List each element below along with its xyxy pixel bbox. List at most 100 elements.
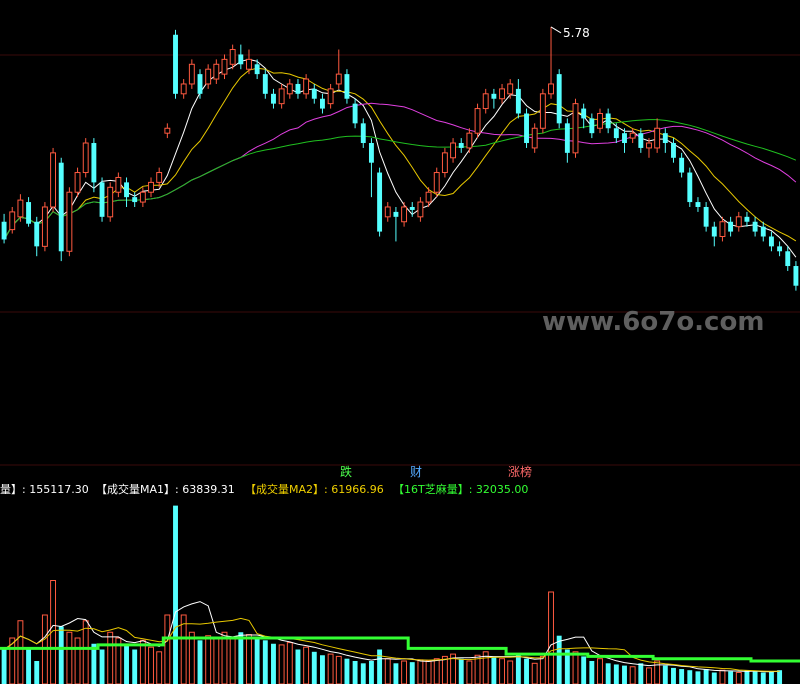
volume-bar: [744, 670, 750, 684]
volume-bar: [409, 662, 415, 684]
candle-body: [58, 162, 64, 252]
ma10-line: [3, 67, 797, 242]
candle: [524, 108, 529, 148]
candle: [205, 64, 212, 89]
volume-bar: [99, 649, 105, 684]
candle-body: [662, 133, 668, 144]
candle-body: [278, 88, 285, 105]
candle: [474, 103, 481, 139]
candle: [148, 177, 154, 198]
volume-bar: [605, 663, 611, 684]
candle: [450, 138, 457, 163]
candle: [303, 74, 310, 99]
candle: [82, 138, 89, 178]
candle: [539, 88, 546, 134]
candle: [401, 202, 408, 227]
volume-bar: [221, 631, 228, 684]
candle: [107, 182, 114, 222]
candle: [278, 83, 285, 109]
candle: [793, 261, 799, 291]
candle: [687, 167, 693, 207]
candle-body: [735, 216, 742, 228]
candle: [703, 202, 709, 232]
candle: [156, 167, 163, 188]
candle-body: [719, 221, 726, 238]
tab-rise-rank[interactable]: 涨榜: [508, 464, 532, 479]
volume-bar: [66, 631, 73, 684]
candle: [589, 113, 595, 139]
candle: [368, 138, 374, 198]
volume-bar: [205, 635, 212, 684]
volume-bar: [384, 658, 391, 684]
volume-bar: [548, 591, 554, 684]
candle: [115, 172, 122, 198]
candle-body: [679, 157, 685, 173]
candle: [695, 197, 701, 212]
candle-body: [572, 103, 579, 154]
ma5-line: [3, 58, 797, 258]
candle-body: [671, 143, 676, 158]
candle: [164, 123, 171, 139]
indicator-tabs[interactable]: 跌 财 涨榜: [340, 464, 532, 479]
candle: [564, 118, 570, 163]
candle-body: [515, 88, 521, 114]
candle-body: [417, 201, 424, 218]
volume-bar: [735, 672, 742, 684]
candle: [777, 241, 783, 257]
candle-body: [703, 206, 709, 227]
volume-bar: [180, 614, 187, 684]
candle-body: [311, 88, 317, 99]
volume-bar: [246, 634, 252, 684]
candle-body: [744, 216, 750, 222]
candle-body: [507, 83, 514, 95]
candle: [197, 69, 203, 99]
candle: [515, 79, 521, 119]
candle-body: [499, 88, 505, 100]
candle: [671, 138, 676, 163]
candle-body: [197, 74, 203, 94]
volume-legend-ma2: 【成交量MA2】: 61966.96: [245, 482, 384, 496]
candle-body: [9, 211, 16, 231]
candle-body: [82, 142, 89, 174]
candle: [622, 128, 627, 153]
peak-pointer: [550, 26, 562, 34]
moving-average-lines: [3, 58, 797, 258]
volume-bar: [474, 654, 481, 684]
candle: [466, 128, 473, 153]
candle: [417, 197, 424, 222]
tab-finance[interactable]: 财: [410, 465, 422, 479]
candle-body: [320, 98, 325, 109]
volume-bar: [728, 671, 734, 684]
candle-body: [695, 202, 701, 207]
volume-legend-total: 量】: 155117.30: [0, 483, 89, 496]
candle: [74, 167, 81, 198]
volume-bar: [320, 655, 325, 684]
candle-body: [768, 236, 774, 247]
candle-body: [139, 191, 146, 203]
volume-bar: [295, 649, 301, 684]
volume-bar: [262, 640, 268, 684]
volume-bar: [441, 655, 448, 684]
candle: [238, 44, 244, 70]
candle-body: [760, 226, 766, 237]
candle-body: [441, 152, 448, 174]
candle: [441, 147, 448, 178]
candle-body: [286, 83, 293, 95]
candle-body: [613, 128, 619, 139]
volume-bar: [238, 632, 244, 684]
candle-body: [107, 186, 114, 218]
candle: [188, 59, 195, 89]
candle-body: [728, 221, 734, 232]
volume-bar: [433, 658, 440, 684]
volume-bar: [34, 661, 40, 684]
candle: [271, 88, 276, 109]
candle: [491, 88, 497, 109]
candle: [213, 59, 220, 84]
tab-fall[interactable]: 跌: [340, 464, 352, 479]
candle-body: [548, 83, 554, 95]
volume-bar: [74, 637, 81, 684]
candle: [654, 118, 661, 153]
candle-body: [352, 103, 358, 124]
candle-body: [26, 202, 32, 224]
candle: [711, 221, 717, 247]
